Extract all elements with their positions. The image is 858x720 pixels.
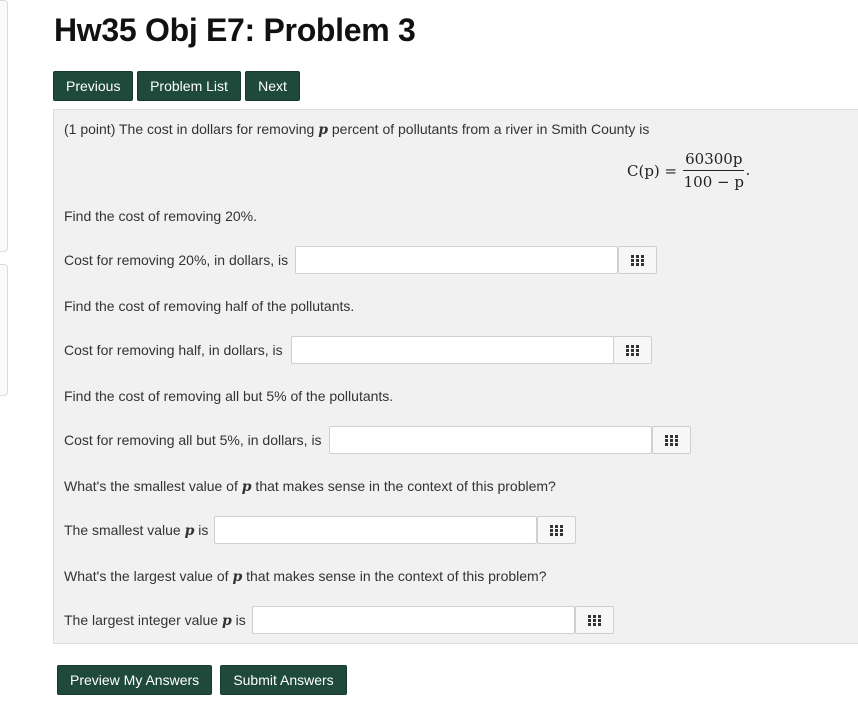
preview-answers-button[interactable]: Preview My Answers <box>57 665 212 695</box>
q3-prompt: Find the cost of removing all but 5% of … <box>64 388 394 404</box>
q5-prompt: What's the largest value of p that makes… <box>64 568 547 585</box>
q4-equation-editor-button[interactable] <box>537 516 576 544</box>
q5-label: The largest integer value p is <box>64 612 246 629</box>
page-title: Hw35 Obj E7: Problem 3 <box>54 12 416 48</box>
submit-answers-button[interactable]: Submit Answers <box>220 665 347 695</box>
q4-answer-input[interactable] <box>214 516 537 544</box>
q5-equation-editor-button[interactable] <box>575 606 614 634</box>
formula-denominator: 100 − p <box>683 173 744 191</box>
q2-answer-input[interactable] <box>291 336 614 364</box>
previous-button[interactable]: Previous <box>53 71 133 101</box>
q5-prompt-variable: p <box>232 569 243 585</box>
formula-period: . <box>745 161 751 179</box>
cost-formula: C(p) = 60300p 100 − p . <box>627 150 750 191</box>
q5-prompt-end: that makes sense in the context of this … <box>242 568 547 584</box>
q3-label: Cost for removing all but 5%, in dollars… <box>64 432 322 448</box>
q3-equation-editor-button[interactable] <box>652 426 691 454</box>
q2-prompt: Find the cost of removing half of the po… <box>64 298 355 314</box>
problem-body: (1 point) The cost in dollars for removi… <box>53 109 858 644</box>
next-button[interactable]: Next <box>245 71 300 101</box>
q3-answer-input[interactable] <box>329 426 652 454</box>
formula-lhs: C(p) = <box>627 161 678 180</box>
formula-fraction: 60300p 100 − p <box>683 150 745 191</box>
grid-icon <box>665 434 678 446</box>
problem-intro: (1 point) The cost in dollars for removi… <box>64 121 649 138</box>
grid-icon <box>550 524 563 536</box>
q5-label-variable: p <box>221 613 232 629</box>
q2-equation-editor-button[interactable] <box>613 336 652 364</box>
q5-label-end: is <box>231 612 246 628</box>
grid-icon <box>588 614 601 626</box>
grid-icon <box>631 254 644 266</box>
formula-numerator: 60300p <box>683 150 745 171</box>
problem-nav: Previous Problem List Next <box>53 71 300 101</box>
q4-label-start: The smallest value <box>64 522 185 538</box>
q1-equation-editor-button[interactable] <box>618 246 657 274</box>
grid-icon <box>626 344 639 356</box>
q2-label: Cost for removing half, in dollars, is <box>64 342 283 358</box>
intro-variable: p <box>318 122 328 138</box>
q4-prompt-variable: p <box>241 479 252 495</box>
q4-prompt-start: What's the smallest value of <box>64 478 242 494</box>
q5-label-start: The largest integer value <box>64 612 222 628</box>
q5-answer-input[interactable] <box>252 606 575 634</box>
intro-text-start: (1 point) The cost in dollars for removi… <box>64 121 319 137</box>
intro-text-end: percent of pollutants from a river in Sm… <box>327 121 650 137</box>
left-panel-edge-bottom <box>0 264 8 396</box>
q1-label: Cost for removing 20%, in dollars, is <box>64 252 289 268</box>
q1-prompt: Find the cost of removing 20%. <box>64 208 257 224</box>
answer-actions: Preview My Answers Submit Answers <box>57 665 347 695</box>
q1-answer-input[interactable] <box>295 246 618 274</box>
q4-label-variable: p <box>184 523 195 539</box>
q4-label: The smallest value p is <box>64 522 208 539</box>
q4-label-end: is <box>194 522 209 538</box>
q4-prompt: What's the smallest value of p that make… <box>64 478 556 495</box>
q4-prompt-end: that makes sense in the context of this … <box>251 478 556 494</box>
problem-list-button[interactable]: Problem List <box>137 71 241 101</box>
left-panel-edge-top <box>0 0 8 252</box>
q5-prompt-start: What's the largest value of <box>64 568 233 584</box>
